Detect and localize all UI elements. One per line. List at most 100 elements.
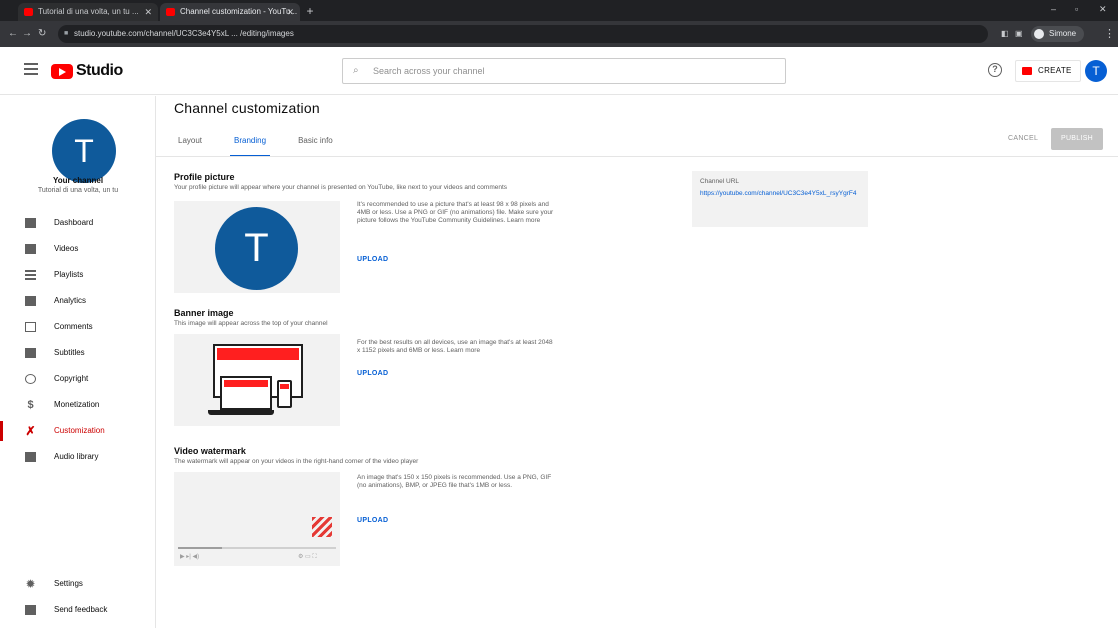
- close-tab-icon[interactable]: ✕: [286, 3, 294, 21]
- sidebar-item-comments[interactable]: Comments: [0, 315, 156, 339]
- close-tab-icon[interactable]: ✕: [144, 3, 152, 21]
- sidebar-item-audio-library[interactable]: Audio library: [0, 445, 156, 469]
- hamburger-menu-icon[interactable]: [24, 63, 38, 75]
- video-progress-fill: [178, 547, 223, 549]
- sidebar-bottom: ✹ Settings Send feedback: [0, 572, 156, 624]
- browser-tab-strip: Tutorial di una volta, un tu ... ✕ Chann…: [0, 0, 1118, 21]
- profile-upload-button[interactable]: UPLOAD: [357, 256, 388, 263]
- youtube-logo-icon: [51, 63, 73, 79]
- lock-icon: ■: [64, 30, 69, 37]
- sidebar-item-label: Dashboard: [54, 218, 94, 227]
- sidebar-item-dashboard[interactable]: Dashboard: [0, 211, 156, 235]
- audio-library-icon: [25, 452, 36, 462]
- url-text: studio.youtube.com/channel/UC3C3e4Y5xL .…: [74, 29, 294, 38]
- banner-image-title: Banner image: [174, 308, 234, 318]
- laptop-device-icon: [220, 376, 272, 410]
- close-window-icon[interactable]: ✕: [1099, 4, 1107, 15]
- banner-image-description: This image will appear across the top of…: [174, 320, 328, 327]
- extension-icon[interactable]: ▣: [1015, 29, 1023, 38]
- tab-basic-info[interactable]: Basic info: [294, 131, 337, 157]
- tab-layout[interactable]: Layout: [174, 131, 206, 157]
- youtube-favicon-icon: [166, 8, 175, 16]
- play-controls-icon: ▶ ▸| ◀): [180, 554, 200, 560]
- sidebar-item-customization[interactable]: ✗ Customization: [0, 419, 156, 443]
- sidebar-item-label: Analytics: [54, 296, 87, 305]
- video-watermark-guidelines: An image that's 150 x 150 pixels is reco…: [357, 474, 552, 489]
- back-icon[interactable]: ←: [8, 27, 18, 41]
- sidebar-nav: Dashboard Videos Playlists Analytics Com…: [0, 211, 156, 471]
- player-settings-icon: ⚙ ▭ ⛶: [298, 554, 317, 560]
- sidebar-item-label: Settings: [54, 579, 83, 588]
- sidebar-item-label: Subtitles: [54, 348, 85, 357]
- forward-icon[interactable]: →: [22, 27, 32, 41]
- create-button[interactable]: CREATE: [1015, 60, 1081, 82]
- help-icon[interactable]: ?: [988, 63, 1002, 77]
- studio-logo-text: Studio: [76, 62, 123, 79]
- sidebar-item-label: Audio library: [54, 452, 99, 461]
- watermark-upload-button[interactable]: UPLOAD: [357, 517, 388, 524]
- monetization-icon: $: [27, 399, 34, 411]
- customization-icon: ✗: [25, 424, 36, 438]
- tab-branding[interactable]: Branding: [230, 131, 271, 157]
- search-placeholder: Search across your channel: [373, 66, 485, 76]
- profile-avatar-icon: [1034, 29, 1044, 39]
- sidebar-item-copyright[interactable]: Copyright: [0, 367, 156, 391]
- page-title: Channel customization: [174, 100, 320, 116]
- sidebar-item-settings[interactable]: ✹ Settings: [0, 572, 156, 596]
- banner-upload-button[interactable]: UPLOAD: [357, 370, 388, 377]
- profile-label: Simone: [1049, 29, 1077, 38]
- divider: [156, 156, 1118, 157]
- banner-image-guidelines: For the best results on all devices, use…: [357, 339, 553, 354]
- comments-icon: [25, 322, 36, 332]
- channel-url-card: Channel URL https://youtube.com/channel/…: [692, 171, 868, 227]
- copyright-icon: [25, 374, 36, 384]
- sidebar-item-playlists[interactable]: Playlists: [0, 263, 156, 287]
- subtitles-icon: [25, 348, 36, 358]
- sidebar: T Your channel Tutorial di una volta, un…: [0, 96, 156, 628]
- sidebar-item-videos[interactable]: Videos: [0, 237, 156, 261]
- browser-tab[interactable]: Tutorial di una volta, un tu ... ✕: [18, 3, 158, 21]
- studio-logo[interactable]: Studio: [51, 62, 123, 80]
- cancel-button[interactable]: CANCEL: [1008, 131, 1038, 147]
- search-input[interactable]: ⌕ Search across your channel: [342, 58, 786, 84]
- customization-tabs: Layout Branding Basic info: [174, 131, 361, 157]
- account-avatar[interactable]: T: [1085, 60, 1107, 82]
- channel-url-label: Channel URL: [700, 178, 740, 185]
- studio-header: Studio ⌕ Search across your channel ? CR…: [0, 47, 1118, 95]
- video-progress-bar: [178, 547, 336, 549]
- video-watermark-description: The watermark will appear on your videos…: [174, 458, 419, 465]
- browser-menu-icon[interactable]: ⋮: [1104, 27, 1115, 40]
- laptop-base-icon: [208, 410, 274, 415]
- analytics-icon: [25, 296, 36, 306]
- window: Tutorial di una volta, un tu ... ✕ Chann…: [0, 0, 1118, 628]
- sidebar-item-analytics[interactable]: Analytics: [0, 289, 156, 313]
- playlists-icon: [25, 270, 36, 280]
- channel-avatar[interactable]: T: [52, 119, 116, 183]
- new-tab-button[interactable]: +: [303, 4, 317, 18]
- profile-picture-title: Profile picture: [174, 172, 235, 182]
- sidebar-item-send-feedback[interactable]: Send feedback: [0, 598, 156, 622]
- video-camera-icon: [1022, 67, 1032, 75]
- browser-tab-active[interactable]: Channel customization - YouTu... ✕: [160, 3, 300, 21]
- publish-button[interactable]: PUBLISH: [1051, 128, 1103, 150]
- address-bar[interactable]: ■ studio.youtube.com/channel/UC3C3e4Y5xL…: [58, 25, 988, 43]
- feedback-icon: [25, 605, 36, 615]
- extension-icon[interactable]: ◧: [1001, 29, 1009, 38]
- maximize-icon[interactable]: ▫: [1075, 4, 1078, 14]
- channel-name: Tutorial di una volta, un tu: [37, 187, 119, 194]
- sidebar-item-monetization[interactable]: $ Monetization: [0, 393, 156, 417]
- sidebar-item-label: Monetization: [54, 400, 100, 409]
- channel-url-link[interactable]: https://youtube.com/channel/UC3C3e4Y5xL_…: [700, 189, 860, 198]
- sidebar-item-subtitles[interactable]: Subtitles: [0, 341, 156, 365]
- reload-icon[interactable]: ↻: [38, 27, 46, 41]
- phone-device-icon: [277, 380, 292, 408]
- browser-toolbar: ← → ↻ ■ studio.youtube.com/channel/UC3C3…: [0, 21, 1118, 47]
- profile-picture-avatar: T: [215, 207, 298, 290]
- watermark-stripes-icon: [312, 517, 332, 537]
- sidebar-item-label: Videos: [54, 244, 79, 253]
- profile-button[interactable]: Simone: [1031, 26, 1085, 42]
- minimize-icon[interactable]: –: [1051, 4, 1056, 14]
- profile-picture-description: Your profile picture will appear where y…: [174, 184, 508, 191]
- sidebar-item-label: Comments: [54, 322, 93, 331]
- create-label: CREATE: [1038, 66, 1072, 75]
